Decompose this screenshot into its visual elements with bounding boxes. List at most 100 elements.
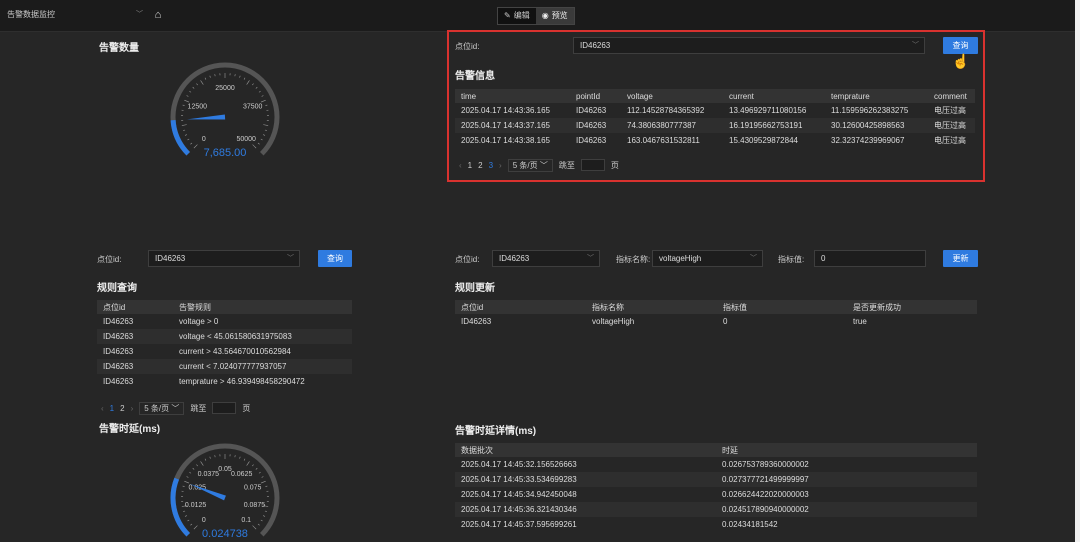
table-row: ID46263 voltage < 45.061580631975083: [97, 329, 352, 344]
alarm-count-gauge-tick: [255, 86, 258, 89]
alarm-count-gauge-tick: [183, 129, 186, 131]
page-scrollbar[interactable]: [1075, 0, 1080, 542]
hand-cursor-icon: ☝: [952, 53, 970, 69]
page-number[interactable]: 2: [120, 404, 124, 413]
alarm-latency-gauge-tick: [192, 467, 195, 470]
metric-value-input[interactable]: 0: [814, 250, 926, 267]
alarm-latency-gauge-tick: [200, 461, 204, 466]
alarm-count-gauge-tick: [181, 124, 187, 126]
alarm-latency-gauge-tick-label: 0: [202, 517, 206, 524]
home-icon[interactable]: ⌂: [151, 8, 165, 22]
alarm-latency-gauge-tick-label: 0.1: [241, 517, 251, 524]
update-point-value: ID46263: [499, 254, 530, 263]
rule-point-select[interactable]: ID46263 ﹀: [148, 250, 300, 267]
table-cell: 0.026624422020000003: [722, 490, 809, 499]
page-size-select[interactable]: 5 条/页 ﹀: [139, 401, 185, 415]
alarm-count-gauge-tick: [182, 104, 185, 106]
table-cell: 0.026753789360000002: [722, 460, 809, 469]
table-cell: ID46263: [97, 359, 173, 374]
eye-icon: ◉: [541, 11, 549, 20]
update-button[interactable]: 更新: [943, 250, 978, 267]
alarm-count-gauge-tick: [252, 144, 257, 149]
alarm-count-gauge: 0 12500 25000 37500 50000 7,685.00: [155, 62, 295, 164]
preview-button[interactable]: ◉ 预览: [535, 8, 574, 24]
alarm-count-gauge-tick: [263, 124, 269, 126]
alarm-latency-gauge-tick-label: 0.075: [244, 485, 262, 492]
alarm-latency-gauge-tick: [243, 458, 246, 461]
alarm-count-gauge-tick: [190, 142, 193, 145]
update-point-label: 点位id:: [455, 255, 480, 264]
table-cell: 0.027377721499999997: [716, 472, 977, 487]
dashboard-frame: 告警数据监控 ﹀ ⌂ ✎ 编辑 ◉ 预览 告警数量 0 12500 25000 375…: [0, 0, 1075, 542]
table-row: ID46263 voltageHigh 0 true: [455, 314, 977, 329]
alarm-count-title: 告警数量: [99, 43, 139, 54]
alarm-count-gauge-tick-label: 0: [202, 136, 206, 143]
column-header: 数据批次: [455, 443, 716, 457]
alarm-count-gauge-value: 7,685.00: [204, 147, 247, 159]
page-unit-label: 页: [242, 403, 251, 413]
alarm-latency-gauge-tick: [184, 515, 187, 517]
alarm-count-gauge-tick: [263, 134, 266, 136]
next-page-icon[interactable]: ›: [131, 404, 134, 413]
table-cell: voltageHigh: [592, 317, 635, 326]
column-header: 指标名称: [586, 300, 717, 314]
table-row: ID46263 current < 7.024077777937057: [97, 359, 352, 374]
alarm-latency-gauge-tick: [263, 515, 266, 517]
alarm-count-gauge-tick: [257, 142, 260, 145]
page-number[interactable]: 1: [110, 404, 114, 413]
table-cell: true: [853, 317, 867, 326]
table-row: ID46263 temprature > 46.939498458290472: [97, 374, 352, 389]
alarm-count-gauge-tick-label: 25000: [215, 85, 235, 92]
column-header: 时延: [716, 443, 977, 457]
rule-query-button[interactable]: 查询: [318, 250, 352, 267]
table-row: 2025.04.17 14:45:36.321430346 0.024517890…: [455, 502, 977, 517]
rule-point-label: 点位id:: [97, 255, 122, 264]
pencil-icon: ✎: [504, 11, 511, 20]
alarm-latency-gauge-tick-label: 0.05: [218, 466, 232, 473]
alarm-latency-gauge-tick: [204, 458, 207, 461]
rule-update-title: 规则更新: [455, 283, 495, 294]
metric-value: 0: [821, 254, 826, 263]
edit-label: 编辑: [513, 11, 530, 20]
alarm-latency-gauge-tick: [184, 480, 190, 484]
table-cell: ID46263: [103, 377, 134, 386]
alarm-latency-gauge-tick-label: 0.0875: [244, 502, 266, 509]
chevron-down-icon: ﹀: [587, 255, 594, 262]
column-header: 告警规则: [173, 300, 352, 314]
jump-input[interactable]: [212, 402, 237, 414]
preview-label: 预览: [551, 11, 568, 20]
update-point-select[interactable]: ID46263 ﹀: [492, 250, 600, 267]
alarm-latency-gauge-tick-label: 0.0625: [231, 471, 253, 478]
alarm-count-gauge-tick: [243, 77, 246, 80]
latency-detail-title: 告警时延详情(ms): [455, 426, 537, 437]
alarm-latency-gauge-tick: [196, 464, 198, 467]
metric-name-label: 指标名称:: [616, 255, 651, 264]
table-cell: 0.024517890940000002: [716, 502, 977, 517]
table-row: 2025.04.17 14:45:37.595699261 0.024341815…: [455, 517, 977, 532]
alarm-count-gauge-tick: [189, 90, 192, 93]
table-cell: 0.02434181542: [722, 520, 778, 529]
edit-button[interactable]: ✎ 编辑: [498, 8, 536, 24]
column-header: 点位id: [97, 300, 173, 314]
alarm-latency-gauge-tick: [190, 523, 193, 526]
rule-query-title: 规则查询: [97, 283, 137, 294]
table-row: 2025.04.17 14:45:32.156526663 0.026753789…: [455, 457, 977, 472]
prev-page-icon[interactable]: ‹: [101, 404, 104, 413]
alarm-latency-gauge-tick: [257, 523, 260, 526]
column-header: 指标值: [717, 300, 847, 314]
alarm-latency-gauge-tick-label: 0.0375: [198, 471, 220, 478]
metric-name-select[interactable]: voltageHigh ﹀: [652, 250, 763, 267]
rule-update-table: 点位id 指标名称 指标值 是否更新成功 ID46263 voltageHigh 0 tru…: [455, 300, 977, 329]
alarm-latency-gauge-tick: [239, 456, 241, 459]
alarm-latency-gauge-tick: [265, 485, 268, 487]
app-selector[interactable]: 告警数据监控 ﹀: [7, 9, 143, 23]
alarm-count-gauge-tick: [184, 134, 187, 136]
alarm-count-gauge-tick: [261, 95, 264, 97]
alarm-count-gauge-tick-label: 37500: [243, 104, 263, 111]
table-cell: current < 7.024077777937057: [173, 359, 352, 374]
chevron-down-icon: ﹀: [750, 255, 757, 262]
alarm-latency-gauge-tick: [209, 456, 211, 459]
alarm-count-gauge-tick-label: 12500: [188, 104, 208, 111]
alarm-count-gauge-tick: [246, 80, 250, 85]
alarm-latency-gauge-value: 0.024738: [202, 528, 248, 540]
